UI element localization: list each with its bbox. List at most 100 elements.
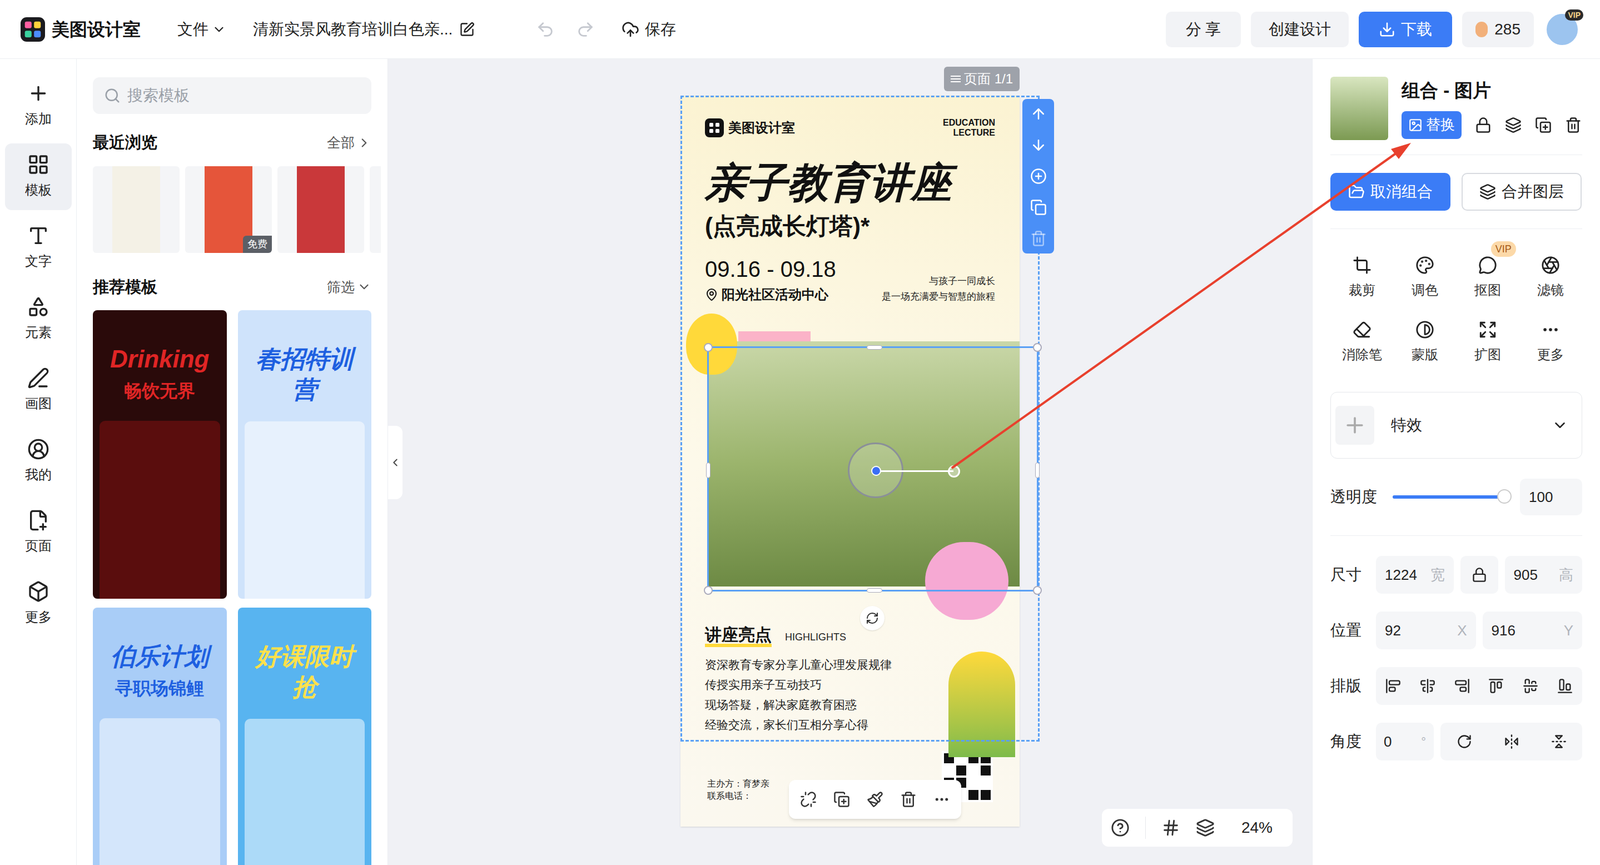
save-button[interactable]: 保存 bbox=[621, 17, 677, 42]
floating-tool-icon[interactable] bbox=[900, 791, 917, 808]
align-icon[interactable] bbox=[1385, 678, 1401, 694]
rail-item[interactable]: 元素 bbox=[5, 285, 72, 353]
rotate-handle[interactable] bbox=[860, 605, 885, 631]
undo-icon[interactable] bbox=[535, 20, 555, 39]
image-selection-box[interactable] bbox=[707, 346, 1039, 592]
help-icon[interactable] bbox=[1110, 818, 1130, 838]
page-tool-icon[interactable] bbox=[1030, 199, 1047, 216]
floating-tool-icon[interactable] bbox=[800, 791, 817, 808]
rotate-icon[interactable] bbox=[1456, 733, 1473, 750]
ungroup-button[interactable]: 取消组合 bbox=[1330, 172, 1451, 211]
swap-drag-target[interactable] bbox=[947, 465, 961, 478]
template-card[interactable]: 好课限时抢 bbox=[237, 607, 372, 865]
rail-item[interactable]: 更多 bbox=[5, 570, 72, 638]
resize-handle[interactable] bbox=[703, 343, 713, 352]
download-button[interactable]: 下载 bbox=[1358, 11, 1453, 48]
grid-icon[interactable] bbox=[1161, 818, 1181, 838]
width-input[interactable]: 1224宽 bbox=[1375, 555, 1454, 594]
align-icon[interactable] bbox=[1419, 678, 1436, 694]
flip-horizontal-icon[interactable] bbox=[1503, 733, 1520, 750]
size-row: 尺寸1224宽905高 bbox=[1330, 555, 1583, 594]
swap-drag-origin[interactable] bbox=[871, 465, 882, 476]
resize-handle[interactable] bbox=[866, 588, 883, 593]
swap-drag-line bbox=[875, 470, 954, 472]
template-card[interactable]: Drinking畅饮无界 bbox=[92, 310, 227, 599]
recent-all-link[interactable]: 全部 bbox=[326, 132, 372, 154]
rail-item[interactable]: 文字 bbox=[5, 214, 72, 282]
page-badge[interactable]: 页面 1/1 bbox=[943, 66, 1020, 92]
resize-handle[interactable] bbox=[866, 345, 883, 350]
rail-item[interactable]: 添加 bbox=[5, 72, 72, 139]
create-design-button[interactable]: 创建设计 bbox=[1250, 11, 1349, 48]
tool-button[interactable]: 蒙版 bbox=[1393, 320, 1457, 365]
angle-input[interactable]: 0° bbox=[1375, 722, 1434, 761]
resize-handle[interactable] bbox=[706, 462, 711, 479]
tool-button[interactable]: 扩图 bbox=[1456, 320, 1520, 365]
resize-handle[interactable] bbox=[1032, 585, 1042, 595]
height-input[interactable]: 905高 bbox=[1504, 555, 1583, 594]
rail-item[interactable]: 我的 bbox=[5, 428, 72, 495]
align-icon[interactable] bbox=[1522, 678, 1539, 694]
tool-button[interactable]: 更多 bbox=[1519, 320, 1583, 365]
cloud-save-icon bbox=[621, 20, 640, 39]
aspect-lock-button[interactable] bbox=[1460, 555, 1499, 594]
rail-icon bbox=[27, 224, 50, 247]
rail-item[interactable]: 模板 bbox=[5, 143, 72, 211]
tool-icon bbox=[1352, 320, 1372, 340]
resize-handle[interactable] bbox=[1035, 462, 1040, 479]
floating-tool-icon[interactable] bbox=[866, 791, 884, 808]
align-icon[interactable] bbox=[1557, 678, 1573, 694]
app-logo[interactable]: 美图设计室 bbox=[20, 16, 141, 43]
template-card[interactable]: 春招特训营 bbox=[237, 310, 372, 599]
file-menu[interactable]: 文件 bbox=[177, 17, 227, 42]
tool-button[interactable]: 裁剪 bbox=[1330, 255, 1394, 301]
angle-row: 角度0° bbox=[1330, 722, 1583, 761]
flip-vertical-icon[interactable] bbox=[1551, 733, 1567, 750]
page-tool-icon[interactable] bbox=[1030, 167, 1047, 185]
share-button[interactable]: 分 享 bbox=[1165, 11, 1242, 48]
layers-icon[interactable] bbox=[1195, 818, 1215, 838]
template-card[interactable]: 伯乐计划寻职场锦鲤 bbox=[92, 607, 227, 865]
zoom-level[interactable]: 24% bbox=[1230, 816, 1284, 840]
replace-button[interactable]: 替换 bbox=[1401, 111, 1462, 139]
chevron-down-icon bbox=[211, 22, 227, 37]
lock-icon[interactable] bbox=[1474, 116, 1492, 134]
user-avatar[interactable]: VIP bbox=[1544, 12, 1580, 47]
page-tool-icon[interactable] bbox=[1030, 136, 1047, 154]
duplicate-icon[interactable] bbox=[1534, 116, 1552, 134]
collapse-panel-tab[interactable] bbox=[388, 425, 403, 500]
delete-icon[interactable] bbox=[1564, 116, 1582, 134]
align-icon[interactable] bbox=[1488, 678, 1504, 694]
recent-thumbnail[interactable]: 免费 bbox=[185, 166, 272, 253]
document-title[interactable]: 清新实景风教育培训白色亲... bbox=[252, 17, 475, 42]
align-icon[interactable] bbox=[1454, 678, 1470, 694]
tool-button[interactable]: 调色 bbox=[1393, 255, 1457, 301]
layers-icon[interactable] bbox=[1504, 116, 1522, 134]
page-tool-icon[interactable] bbox=[1030, 105, 1047, 123]
page-tool-icon[interactable] bbox=[1030, 230, 1047, 247]
rail-item[interactable]: 画图 bbox=[5, 356, 72, 424]
opacity-slider[interactable] bbox=[1392, 495, 1505, 499]
selection-thumbnail bbox=[1330, 76, 1389, 141]
recent-thumbnail[interactable] bbox=[92, 166, 180, 253]
opacity-input[interactable]: 100 bbox=[1519, 478, 1583, 516]
x-input[interactable]: 92X bbox=[1375, 611, 1477, 650]
filter-button[interactable]: 筛选 bbox=[326, 276, 372, 298]
search-icon bbox=[103, 87, 121, 104]
resize-handle[interactable] bbox=[1032, 343, 1042, 352]
tool-button[interactable]: 消除笔 bbox=[1330, 320, 1394, 365]
tool-button[interactable]: 滤镜 bbox=[1519, 255, 1583, 301]
y-input[interactable]: 916Y bbox=[1482, 611, 1583, 650]
points-counter[interactable]: 285 bbox=[1462, 11, 1534, 48]
floating-tool-icon[interactable] bbox=[933, 791, 951, 808]
merge-layers-button[interactable]: 合并图层 bbox=[1461, 172, 1582, 211]
template-search[interactable]: 搜索模板 bbox=[92, 77, 372, 114]
resize-handle[interactable] bbox=[703, 585, 713, 595]
effects-card[interactable]: 特效 bbox=[1330, 391, 1583, 459]
recent-thumbnail[interactable] bbox=[277, 166, 365, 253]
tool-button[interactable]: 抠图VIP bbox=[1456, 255, 1520, 301]
poster-date: 09.16 - 09.18 bbox=[704, 256, 837, 282]
rail-item[interactable]: 页面 bbox=[5, 499, 72, 566]
redo-icon[interactable] bbox=[575, 20, 595, 39]
floating-tool-icon[interactable] bbox=[833, 791, 851, 808]
